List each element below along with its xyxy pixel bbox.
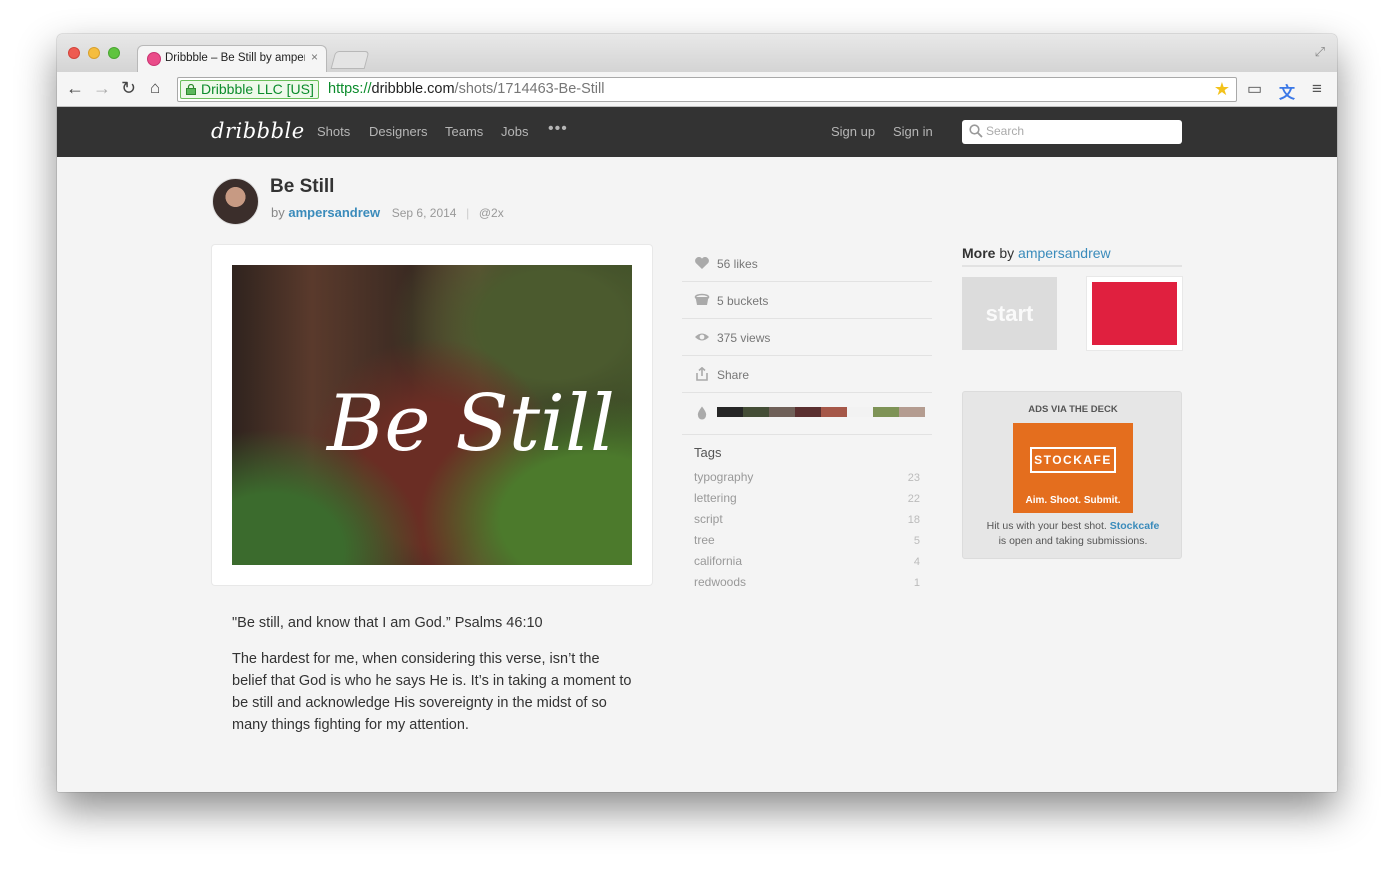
ad-brand-link[interactable]: Stockcafe bbox=[1110, 520, 1160, 532]
ad-image[interactable]: STOCKAFE Aim. Shoot. Submit. bbox=[1013, 423, 1133, 513]
more-by-heading: More by ampersandrew bbox=[962, 245, 1182, 267]
search-input[interactable] bbox=[986, 124, 1166, 138]
ad-box: ADS VIA THE DECK STOCKAFE Aim. Shoot. Su… bbox=[962, 391, 1182, 559]
buckets-row[interactable]: 5 buckets bbox=[682, 282, 932, 319]
ad-text: Hit us with your best shot. Stockcafe is… bbox=[986, 520, 1160, 547]
tab-strip: Dribbble – Be Still by ampersandrew × ⤢ bbox=[57, 34, 1337, 73]
tag-item[interactable]: script 18 bbox=[694, 512, 920, 526]
more-shot-thumbnail[interactable]: start bbox=[962, 277, 1057, 350]
color-swatch[interactable] bbox=[821, 407, 847, 417]
color-swatch[interactable] bbox=[795, 407, 821, 417]
new-tab-button[interactable] bbox=[330, 51, 370, 69]
buckets-count: 5 buckets bbox=[717, 294, 769, 308]
tab-title: Dribbble – Be Still by ampersandrew bbox=[165, 52, 305, 64]
share-icon bbox=[696, 367, 708, 381]
browser-tab[interactable]: Dribbble – Be Still by ampersandrew × bbox=[137, 45, 327, 73]
tab-close-icon[interactable]: × bbox=[311, 50, 318, 64]
url-text[interactable]: https://dribbble.com/shots/1714463-Be-St… bbox=[328, 81, 604, 97]
heart-icon bbox=[695, 257, 709, 269]
views-count: 375 views bbox=[717, 331, 771, 345]
author-link[interactable]: ampersandrew bbox=[288, 205, 380, 220]
dribbble-logo[interactable]: dribbble bbox=[211, 119, 305, 143]
eye-icon bbox=[695, 333, 709, 341]
likes-count: 56 likes bbox=[717, 257, 758, 271]
fullscreen-icon[interactable]: ⤢ bbox=[1315, 44, 1325, 60]
color-palette bbox=[717, 407, 925, 417]
ev-certificate-badge[interactable]: Dribbble LLC [US] bbox=[180, 80, 319, 99]
tag-item[interactable]: redwoods 1 bbox=[694, 575, 920, 589]
be-still-lettering: Be Still bbox=[325, 379, 615, 469]
tag-item[interactable]: lettering 22 bbox=[694, 491, 920, 505]
ad-heading: ADS VIA THE DECK bbox=[1028, 404, 1118, 415]
more-by: by bbox=[999, 245, 1015, 261]
more-author-link[interactable]: ampersandrew bbox=[1018, 245, 1111, 261]
by-label: by bbox=[271, 205, 285, 220]
search-box[interactable] bbox=[962, 120, 1182, 144]
lock-icon bbox=[186, 84, 196, 95]
red-thumbnail-fill bbox=[1092, 282, 1177, 345]
search-icon bbox=[969, 124, 983, 138]
shot-title: Be Still bbox=[270, 176, 335, 197]
zoom-window-button[interactable] bbox=[108, 47, 120, 59]
likes-row[interactable]: 56 likes bbox=[682, 245, 932, 282]
nav-shots[interactable]: Shots bbox=[317, 124, 350, 139]
avatar[interactable] bbox=[212, 178, 259, 225]
tag-item[interactable]: tree 5 bbox=[694, 533, 920, 547]
more-shot-thumbnail[interactable] bbox=[1087, 277, 1182, 350]
share-link: Share bbox=[717, 368, 750, 382]
tag-item[interactable]: california 4 bbox=[694, 554, 920, 568]
views-row: 375 views bbox=[682, 319, 932, 356]
browser-window: Dribbble – Be Still by ampersandrew × ⤢ … bbox=[57, 34, 1337, 792]
shot-image[interactable]: Be Still bbox=[232, 265, 632, 565]
address-bar[interactable]: Dribbble LLC [US] https://dribbble.com/s… bbox=[177, 77, 1237, 102]
color-swatch[interactable] bbox=[743, 407, 769, 417]
meta-separator: | bbox=[466, 206, 470, 220]
translate-icon[interactable]: 文 bbox=[1279, 79, 1295, 103]
hidpi-link[interactable]: @2x bbox=[479, 206, 504, 220]
tags-title: Tags bbox=[694, 445, 722, 460]
color-swatch[interactable] bbox=[769, 407, 795, 417]
site-header: dribbble Shots Designers Teams Jobs ••• … bbox=[57, 107, 1337, 157]
color-swatch[interactable] bbox=[899, 407, 925, 417]
dribbble-favicon-icon bbox=[147, 52, 161, 66]
description-body: The hardest for me, when considering thi… bbox=[232, 651, 632, 733]
ev-label: Dribbble LLC [US] bbox=[201, 81, 314, 97]
tag-item[interactable]: typography 23 bbox=[694, 470, 920, 484]
color-swatch[interactable] bbox=[847, 407, 873, 417]
nav-jobs[interactable]: Jobs bbox=[501, 124, 528, 139]
reload-icon[interactable]: ↻ bbox=[121, 78, 136, 98]
color-palette-row bbox=[682, 393, 932, 435]
shot-stats: 56 likes 5 buckets 375 views Share Tags … bbox=[682, 245, 932, 589]
shot-meta: by ampersandrew Sep 6, 2014 | @2x bbox=[271, 205, 504, 220]
nav-designers[interactable]: Designers bbox=[369, 124, 428, 139]
color-swatch[interactable] bbox=[873, 407, 899, 417]
shot-date: Sep 6, 2014 bbox=[391, 206, 457, 220]
description-quote: "Be still, and know that I am God.” Psal… bbox=[232, 615, 543, 631]
star-icon[interactable]: ★ bbox=[1214, 79, 1230, 100]
sign-up-link[interactable]: Sign up bbox=[831, 124, 875, 139]
nav-teams[interactable]: Teams bbox=[445, 124, 483, 139]
browser-toolbar: ← → ↻ ⌂ Dribbble LLC [US] https://dribbb… bbox=[57, 72, 1337, 107]
main-content: Be Still by ampersandrew Sep 6, 2014 | @… bbox=[57, 157, 1337, 792]
home-icon[interactable]: ⌂ bbox=[150, 78, 160, 98]
color-swatch[interactable] bbox=[717, 407, 743, 417]
cast-icon[interactable]: ▭ bbox=[1247, 79, 1262, 99]
share-row[interactable]: Share bbox=[682, 356, 932, 393]
close-window-button[interactable] bbox=[68, 47, 80, 59]
shot-description: "Be still, and know that I am God.” Psal… bbox=[232, 612, 632, 750]
stockafe-logo: STOCKAFE bbox=[1030, 447, 1116, 473]
ad-tagline: Aim. Shoot. Submit. bbox=[1025, 495, 1121, 506]
sign-in-link[interactable]: Sign in bbox=[893, 124, 933, 139]
more-menu-icon[interactable]: ••• bbox=[548, 120, 568, 138]
shot-card: Be Still bbox=[212, 245, 652, 585]
minimize-window-button[interactable] bbox=[88, 47, 100, 59]
more-label: More bbox=[962, 245, 996, 261]
menu-icon[interactable]: ≡ bbox=[1312, 79, 1322, 99]
artwork-text: Be Still bbox=[325, 379, 615, 469]
forward-icon[interactable]: → bbox=[93, 78, 111, 98]
drop-icon bbox=[697, 406, 707, 420]
bucket-icon bbox=[694, 293, 710, 305]
back-icon[interactable]: ← bbox=[66, 78, 84, 98]
